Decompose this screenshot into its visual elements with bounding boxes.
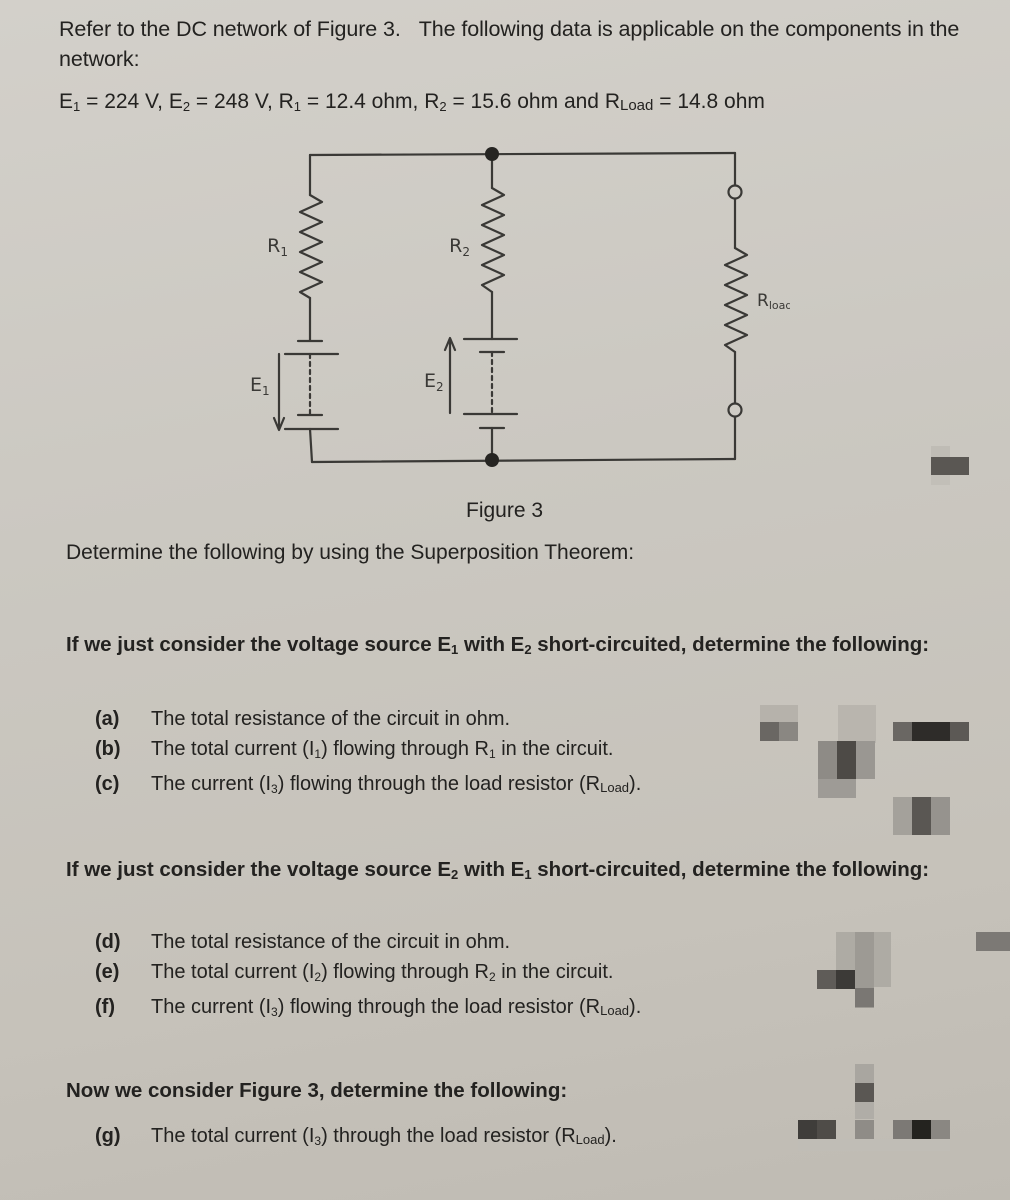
component-values: E1 = 224 V, E2 = 248 V, R1 = 12.4 ohm, R… xyxy=(59,90,765,114)
question-d: (d) The total resistance of the circuit … xyxy=(95,931,511,953)
resistor-r1 xyxy=(298,193,324,300)
param-r2: R2 = 15.6 ohm and xyxy=(424,90,605,114)
question-e: (e) The total current (I2) flowing throu… xyxy=(95,961,614,984)
label-e2: E2 xyxy=(424,370,444,394)
resistor-r2 xyxy=(480,186,506,294)
junction-top xyxy=(485,147,499,161)
section-3-questions: (g) The total current (I3) through the l… xyxy=(95,1121,617,1156)
param-r1: R1 = 12.4 ohm, xyxy=(278,90,425,114)
terminal-top xyxy=(727,184,743,200)
intro-sentence-1: Refer to the DC network of Figure 3. xyxy=(59,17,401,41)
label-rload: Rload xyxy=(757,291,790,312)
circuit-diagram: R1 R2 Rload E1 E2 xyxy=(250,147,790,467)
section-1-questions: (a) The total resistance of the circuit … xyxy=(95,704,641,804)
arrow-e1 xyxy=(272,352,286,432)
question-a: (a) The total resistance of the circuit … xyxy=(95,708,511,730)
wire-bottom xyxy=(310,457,737,464)
question-g: (g) The total current (I3) through the l… xyxy=(95,1125,617,1148)
param-e2: E2 = 248 V, xyxy=(168,90,279,114)
param-e1: E1 = 224 V, xyxy=(59,90,169,114)
junction-bottom xyxy=(485,453,499,467)
section-2-heading: If we just consider the voltage source E… xyxy=(66,858,930,882)
arrow-e2 xyxy=(443,336,457,415)
section-1-heading: If we just consider the voltage source E… xyxy=(66,633,930,657)
instruction-text: Determine the following by using the Sup… xyxy=(66,541,635,564)
question-b: (b) The total current (I1) flowing throu… xyxy=(95,738,614,761)
param-rload: RLoad = 14.8 ohm xyxy=(604,90,765,114)
figure-caption: Figure 3 xyxy=(466,499,544,522)
label-r1: R1 xyxy=(267,235,288,259)
resistor-rload xyxy=(723,246,749,354)
section-2-questions: (d) The total resistance of the circuit … xyxy=(95,927,641,1027)
label-e1: E1 xyxy=(250,374,270,398)
wire-left-lower xyxy=(308,427,314,464)
section-3-heading: Now we consider Figure 3, determine the … xyxy=(66,1079,568,1102)
intro-paragraph: Refer to the DC network of Figure 3. The … xyxy=(59,14,979,74)
question-c: (c) The current (I3) flowing through the… xyxy=(95,773,642,796)
wire-top xyxy=(308,151,737,157)
question-f: (f) The current (I3) flowing through the… xyxy=(95,996,642,1019)
terminal-bottom xyxy=(727,402,743,418)
label-r2: R2 xyxy=(449,235,470,259)
